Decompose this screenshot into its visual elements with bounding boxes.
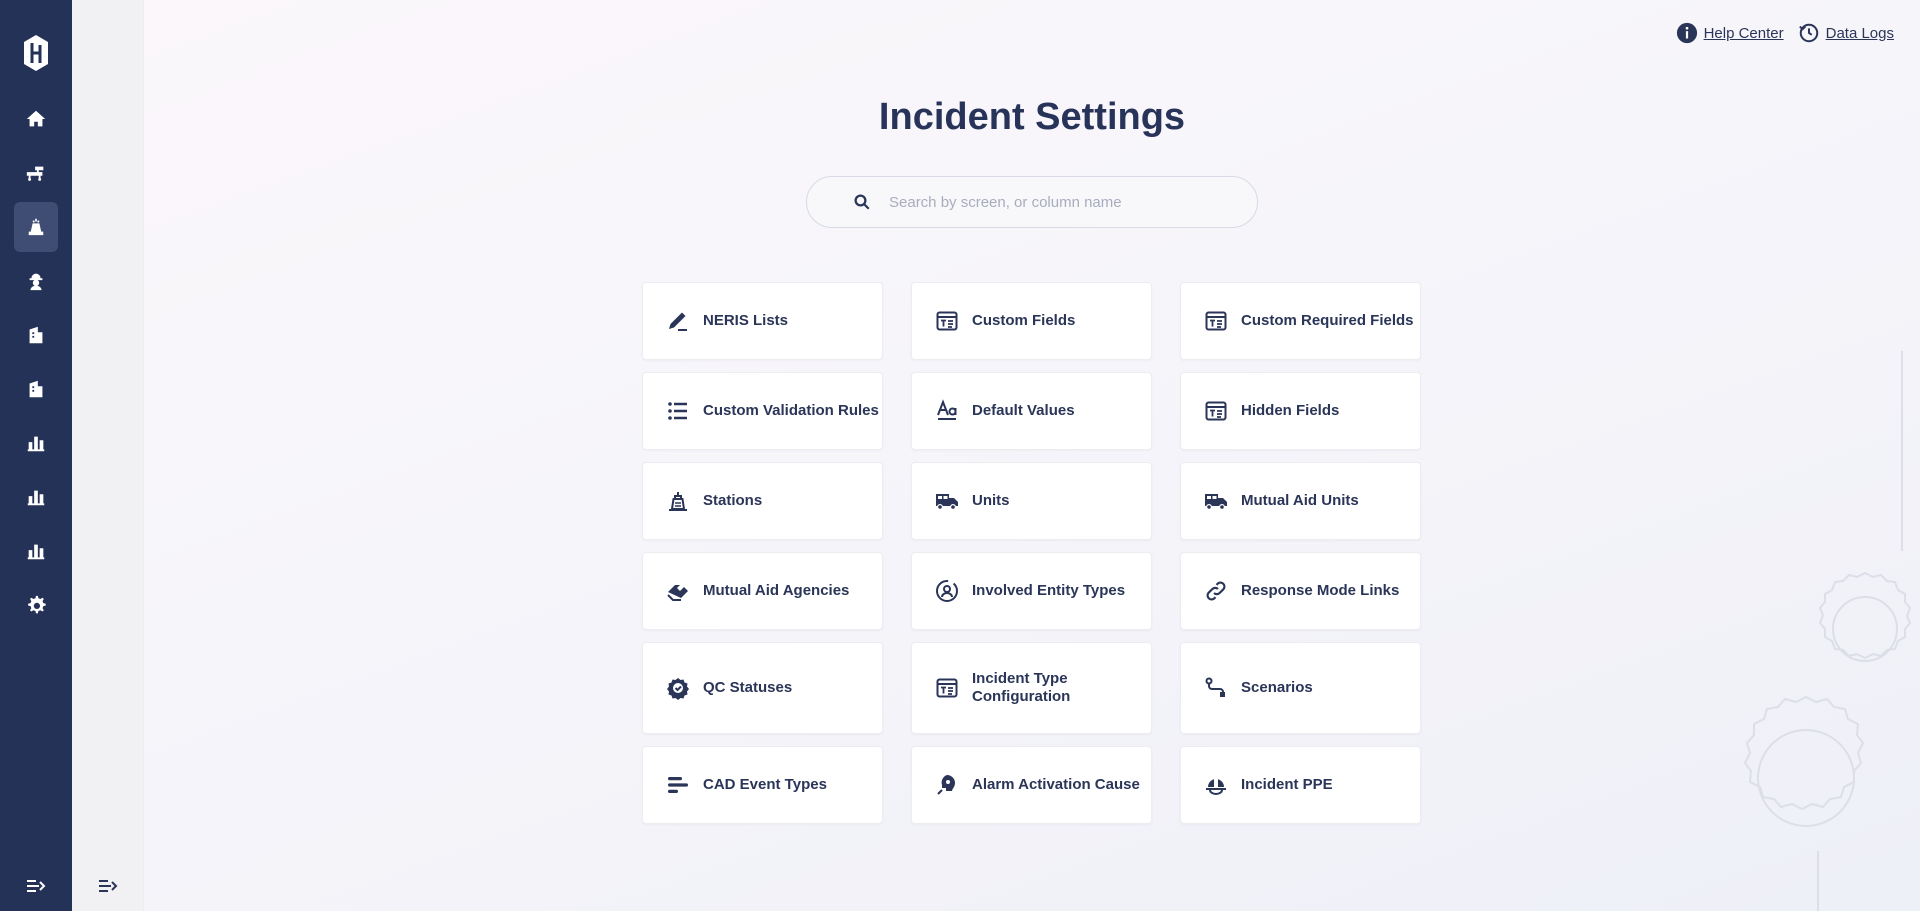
secondary-panel [72,0,144,911]
sidebar-item-ems[interactable] [14,148,58,198]
truck-icon [936,494,958,511]
card-cad-event-types[interactable]: CAD Event Types [642,746,883,824]
card-incident-ppe[interactable]: Incident PPE [1180,746,1421,824]
card-neris-lists[interactable]: NERIS Lists [642,282,883,360]
header-links: Help Center Data Logs [1676,22,1894,44]
card-mutual-aid-units[interactable]: Mutual Aid Units [1180,462,1421,540]
sidebar-item-occupancy[interactable] [14,310,58,360]
card-default-values[interactable]: Default Values [911,372,1152,450]
card-label: Stations [703,492,763,509]
list-icon [668,402,687,420]
card-incident-type-configuration[interactable]: Incident Type Configuration [911,642,1152,734]
building-icon [29,326,43,344]
card-label: Mutual Aid Units [1241,492,1359,509]
card-alarm-activation-cause[interactable]: Alarm Activation Cause [911,746,1152,824]
gear-decoration [1743,351,1912,911]
card-label: CAD Event Types [703,776,827,793]
form-icon [936,311,958,331]
link-icon [1206,581,1226,601]
sidebar-item-reports-2[interactable] [14,472,58,522]
data-logs-label: Data Logs [1825,24,1894,42]
card-involved-entity-types[interactable]: Involved Entity Types [911,552,1152,630]
fire-incident-icon [28,218,44,236]
sidebar-item-settings[interactable] [14,580,58,630]
collapse-panel-button[interactable] [72,871,144,901]
person-circle-icon [936,580,958,602]
card-label: Incident Type Configuration [972,670,1071,705]
main-content: Help Center Data Logs Incident Settings … [144,0,1920,911]
card-label: Hidden Fields [1241,402,1340,419]
sidebar-nav [14,94,58,634]
card-label: Alarm Activation Cause [972,776,1140,793]
bar-chart-icon [27,544,45,560]
building-icon [29,380,43,398]
firefighter-icon [29,273,43,291]
stretcher-icon [26,166,44,181]
form-icon [1205,401,1227,421]
settings-grid: NERIS Lists Custom Fields Custom Require… [642,282,1421,824]
handshake-icon [667,585,688,601]
helmet-icon [1206,779,1226,795]
card-label: Units [972,492,1010,509]
history-icon [1798,23,1818,43]
sidebar-item-incidents[interactable] [14,202,58,252]
search-input[interactable] [889,193,1249,211]
card-response-mode-links[interactable]: Response Mode Links [1180,552,1421,630]
card-label: Response Mode Links [1241,582,1400,599]
station-icon [669,492,687,511]
sidebar-item-personnel[interactable] [14,256,58,306]
help-center-label: Help Center [1703,24,1784,42]
card-label: Incident PPE [1241,776,1333,793]
text-format-icon [937,399,957,420]
sidebar-item-reports-3[interactable] [14,526,58,576]
card-label: Custom Fields [972,312,1076,329]
form-icon [1205,311,1227,331]
search-box [806,176,1258,228]
search-icon [854,194,870,210]
home-icon [26,110,46,127]
card-label: QC Statuses [703,679,793,696]
info-icon [1676,22,1697,44]
alarm-icon [937,775,955,795]
truck-icon [1205,494,1227,511]
pencil-icon [669,312,687,331]
data-logs-link[interactable]: Data Logs [1798,22,1894,44]
card-qc-statuses[interactable]: QC Statuses [642,642,883,734]
expand-icon [27,880,46,892]
sidebar-item-home[interactable] [14,94,58,144]
sidebar-item-properties[interactable] [14,364,58,414]
card-stations[interactable]: Stations [642,462,883,540]
page-title: Incident Settings [878,96,1186,138]
bar-chart-icon [27,436,45,452]
card-label: Involved Entity Types [972,582,1126,599]
card-custom-validation-rules[interactable]: Custom Validation Rules [642,372,883,450]
card-scenarios[interactable]: Scenarios [1180,642,1421,734]
route-icon [1205,677,1225,697]
card-label: Default Values [972,402,1075,419]
main-sidebar [0,0,72,911]
card-label: Mutual Aid Agencies [703,582,850,599]
sidebar-item-reports-1[interactable] [14,418,58,468]
bar-chart-icon [27,490,45,506]
card-custom-required-fields[interactable]: Custom Required Fields [1180,282,1421,360]
card-units[interactable]: Units [911,462,1152,540]
card-label: Custom Validation Rules [703,402,879,419]
card-hidden-fields[interactable]: Hidden Fields [1180,372,1421,450]
card-custom-fields[interactable]: Custom Fields [911,282,1152,360]
collapse-icon [99,880,118,892]
badge-check-icon [667,678,689,700]
help-center-link[interactable]: Help Center [1676,22,1784,44]
card-label: Scenarios [1241,679,1313,696]
card-label: Custom Required Fields [1241,312,1414,329]
gear-icon [28,595,46,614]
align-left-icon [668,777,688,793]
card-label: NERIS Lists [703,312,789,329]
form-icon [936,678,958,698]
card-mutual-aid-agencies[interactable]: Mutual Aid Agencies [642,552,883,630]
brand-logo-icon[interactable] [18,32,54,74]
expand-sidebar-button[interactable] [0,871,72,901]
